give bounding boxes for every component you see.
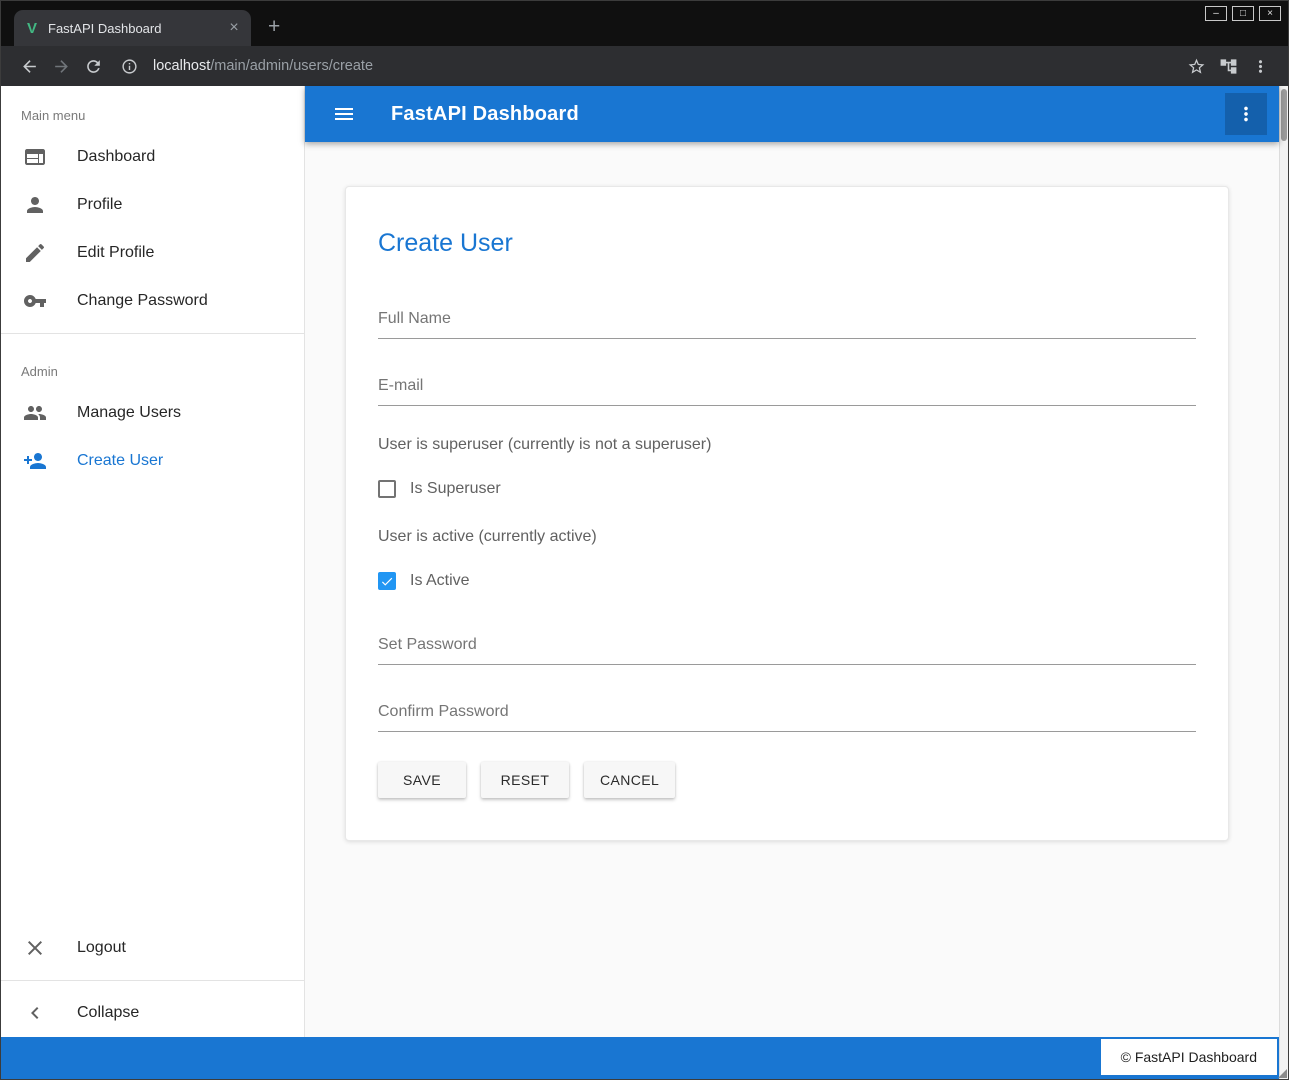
dashboard-icon: [23, 145, 47, 169]
sidebar-divider: [1, 980, 304, 981]
app-bar-menu-button[interactable]: [1225, 93, 1267, 135]
page: Main menu Dashboard Profile Edit Profile…: [1, 86, 1279, 1079]
key-icon: [23, 289, 47, 313]
reset-button[interactable]: RESET: [481, 762, 569, 798]
extension-icon: [1219, 57, 1238, 76]
sidebar-item-label: Logout: [77, 939, 126, 957]
is-active-checkbox[interactable]: [378, 572, 396, 590]
pencil-icon: [23, 241, 47, 265]
sidebar-item-label: Manage Users: [77, 404, 181, 422]
sidebar-item-create-user[interactable]: Create User: [1, 437, 304, 485]
star-icon: [1187, 57, 1206, 76]
more-vert-icon: [1251, 57, 1270, 76]
sidebar-section-admin-label: Admin: [1, 342, 304, 389]
sidebar-item-logout[interactable]: Logout: [1, 924, 304, 972]
hamburger-menu-button[interactable]: [329, 99, 359, 129]
footer-copyright: © FastAPI Dashboard: [1101, 1039, 1277, 1075]
sidebar-item-collapse[interactable]: Collapse: [1, 989, 304, 1037]
sidebar-section-main-label: Main menu: [1, 86, 304, 133]
person-add-icon: [23, 449, 47, 473]
reload-button[interactable]: [77, 50, 109, 82]
sidebar-item-dashboard[interactable]: Dashboard: [1, 133, 304, 181]
sidebar-item-label: Profile: [77, 196, 122, 214]
superuser-note: User is superuser (currently is not a su…: [378, 436, 1196, 454]
sidebar-item-label: Change Password: [77, 292, 208, 310]
is-active-label: Is Active: [410, 572, 470, 590]
is-superuser-checkbox[interactable]: [378, 480, 396, 498]
full-name-field[interactable]: [378, 304, 1196, 339]
sidebar-divider: [1, 333, 304, 334]
window-controls: – □ ×: [1205, 6, 1281, 21]
page-title: Create User: [378, 229, 1196, 258]
window-minimize-button[interactable]: –: [1205, 6, 1227, 21]
sidebar-spacer: [1, 485, 304, 924]
app-title: FastAPI Dashboard: [391, 103, 579, 126]
sidebar-item-edit-profile[interactable]: Edit Profile: [1, 229, 304, 277]
new-tab-button[interactable]: +: [268, 16, 280, 37]
sidebar-item-label: Dashboard: [77, 148, 155, 166]
main-area: FastAPI Dashboard Create User User is su…: [305, 86, 1279, 1037]
tab-title: FastAPI Dashboard: [48, 21, 225, 36]
scrollbar-thumb[interactable]: [1281, 89, 1287, 141]
set-password-field[interactable]: [378, 630, 1196, 665]
sidebar-item-label: Collapse: [77, 1004, 139, 1022]
address-bar[interactable]: localhost/main/admin/users/create: [113, 50, 1180, 82]
browser-window: V FastAPI Dashboard × + – □ × localhost/…: [0, 0, 1289, 1080]
bookmark-button[interactable]: [1180, 50, 1212, 82]
forward-button[interactable]: [45, 50, 77, 82]
chevron-left-icon: [23, 1001, 47, 1025]
browser-tab[interactable]: V FastAPI Dashboard ×: [14, 10, 251, 46]
reload-icon: [84, 57, 103, 76]
save-button[interactable]: SAVE: [378, 762, 466, 798]
create-user-card: Create User User is superuser (currently…: [345, 186, 1229, 841]
confirm-password-field[interactable]: [378, 697, 1196, 732]
window-close-button[interactable]: ×: [1259, 6, 1281, 21]
active-note: User is active (currently active): [378, 528, 1196, 546]
sidebar-item-profile[interactable]: Profile: [1, 181, 304, 229]
url-host: localhost: [153, 58, 210, 74]
window-maximize-button[interactable]: □: [1232, 6, 1254, 21]
is-superuser-label: Is Superuser: [410, 480, 501, 498]
more-vert-icon: [1235, 103, 1257, 125]
url-path: /main/admin/users/create: [210, 58, 373, 74]
browser-menu-button[interactable]: [1244, 50, 1276, 82]
vertical-scrollbar[interactable]: [1279, 86, 1288, 1079]
tab-close-icon[interactable]: ×: [225, 19, 243, 37]
resize-grip: [1278, 1069, 1287, 1078]
check-icon: [380, 574, 394, 589]
browser-toolbar: localhost/main/admin/users/create: [1, 46, 1288, 86]
sidebar-item-change-password[interactable]: Change Password: [1, 277, 304, 325]
info-icon: [121, 58, 138, 75]
site-favicon-icon: V: [27, 20, 37, 37]
copyright-text: © FastAPI Dashboard: [1121, 1049, 1257, 1065]
browser-tab-strip: V FastAPI Dashboard × + – □ ×: [1, 1, 1288, 46]
app-footer: © FastAPI Dashboard: [1, 1037, 1279, 1079]
close-icon: [23, 936, 47, 960]
app-bar: FastAPI Dashboard: [305, 86, 1279, 142]
is-superuser-checkbox-row[interactable]: Is Superuser: [378, 480, 1196, 498]
is-active-checkbox-row[interactable]: Is Active: [378, 572, 1196, 590]
people-icon: [23, 401, 47, 425]
forward-arrow-icon: [52, 57, 71, 76]
sidebar-item-manage-users[interactable]: Manage Users: [1, 389, 304, 437]
url-text: localhost/main/admin/users/create: [153, 58, 373, 74]
back-button[interactable]: [13, 50, 45, 82]
sidebar-item-label: Edit Profile: [77, 244, 154, 262]
person-icon: [23, 193, 47, 217]
hamburger-icon: [332, 102, 356, 126]
sidebar-item-label: Create User: [77, 452, 163, 470]
back-arrow-icon: [20, 57, 39, 76]
extensions-button[interactable]: [1212, 50, 1244, 82]
app-body: Main menu Dashboard Profile Edit Profile…: [1, 86, 1279, 1037]
content-area: Create User User is superuser (currently…: [305, 142, 1279, 1037]
sidebar: Main menu Dashboard Profile Edit Profile…: [1, 86, 305, 1037]
email-field[interactable]: [378, 371, 1196, 406]
cancel-button[interactable]: CANCEL: [584, 762, 675, 798]
form-actions: SAVE RESET CANCEL: [378, 762, 1196, 798]
site-info-button[interactable]: [113, 50, 145, 82]
